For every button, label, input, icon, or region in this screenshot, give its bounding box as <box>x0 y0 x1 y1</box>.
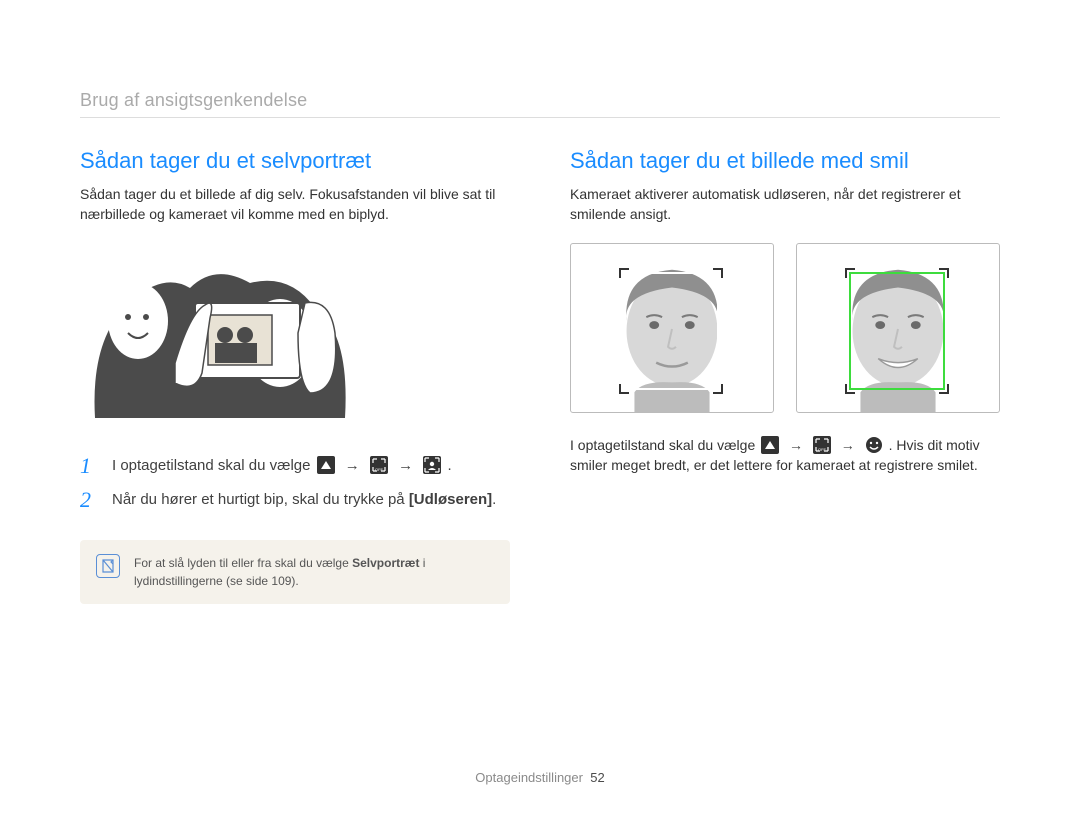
step-1-text: I optagetilstand skal du vælge → OFF → . <box>112 455 452 478</box>
note-bold: Selvportræt <box>352 556 419 570</box>
left-steps: 1 I optagetilstand skal du vælge → OFF →… <box>80 455 510 512</box>
arrow-icon: → <box>841 435 855 455</box>
step1-suffix: . <box>447 457 451 474</box>
smile-illustrations <box>570 243 1000 413</box>
step2-prefix: Når du hører et hurtigt bip, skal du try… <box>112 491 409 508</box>
face-off-icon: OFF <box>370 456 388 474</box>
smile-frame-after <box>796 243 1000 413</box>
step-2-text: Når du hører et hurtigt bip, skal du try… <box>112 489 496 512</box>
selfie-sketch-icon <box>80 243 370 433</box>
arrow-icon: → <box>398 455 413 478</box>
note-prefix: For at slå lyden til eller fra skal du v… <box>134 556 352 570</box>
step-number-2: 2 <box>80 489 98 512</box>
face-self-icon <box>423 456 441 474</box>
step-2: 2 Når du hører et hurtigt bip, skal du t… <box>80 489 510 512</box>
up-triangle-icon <box>317 456 335 474</box>
left-column: Sådan tager du et selvportræt Sådan tage… <box>80 148 510 604</box>
arrow-icon: → <box>345 455 360 478</box>
svg-text:OFF: OFF <box>818 447 827 452</box>
up-triangle-icon <box>761 436 779 454</box>
smile-icon <box>865 436 883 454</box>
note-box: For at slå lyden til eller fra skal du v… <box>80 540 510 604</box>
footer-page-number: 52 <box>590 770 604 785</box>
page-footer: Optageindstillinger 52 <box>0 770 1080 785</box>
footer-label: Optageindstillinger <box>475 770 583 785</box>
step2-suffix: . <box>492 491 496 508</box>
svg-text:OFF: OFF <box>375 467 384 472</box>
right-intro: Kameraet aktiverer automatisk udløseren,… <box>570 184 1000 225</box>
right-column: Sådan tager du et billede med smil Kamer… <box>570 148 1000 604</box>
smile-frame-before <box>570 243 774 413</box>
right-para-prefix: I optagetilstand skal du vælge <box>570 437 759 453</box>
arrow-icon: → <box>789 435 803 455</box>
breadcrumb: Brug af ansigtsgenkendelse <box>80 90 1000 118</box>
face-detect-box-white <box>623 272 719 390</box>
note-icon <box>96 554 120 578</box>
step1-prefix: I optagetilstand skal du vælge <box>112 457 315 474</box>
step-1: 1 I optagetilstand skal du vælge → OFF →… <box>80 455 510 478</box>
right-paragraph: I optagetilstand skal du vælge → OFF → .… <box>570 435 1000 476</box>
left-intro: Sådan tager du et billede af dig selv. F… <box>80 184 510 225</box>
right-heading: Sådan tager du et billede med smil <box>570 148 1000 174</box>
step-number-1: 1 <box>80 455 98 478</box>
note-text: For at slå lyden til eller fra skal du v… <box>134 554 494 590</box>
left-heading: Sådan tager du et selvportræt <box>80 148 510 174</box>
content-columns: Sådan tager du et selvportræt Sådan tage… <box>80 148 1000 604</box>
face-off-icon: OFF <box>813 436 831 454</box>
step2-bold: [Udløseren] <box>409 491 492 508</box>
face-detect-box-green <box>849 272 945 390</box>
selfportrait-illustration <box>80 243 510 433</box>
